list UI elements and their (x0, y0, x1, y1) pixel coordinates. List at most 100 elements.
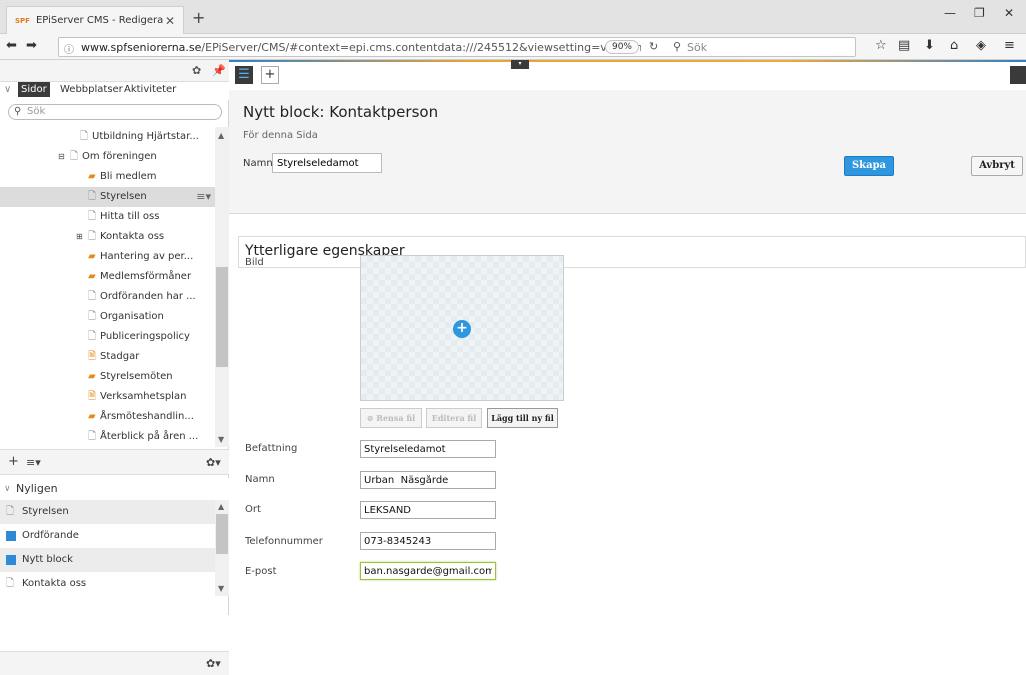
scroll-down-icon[interactable]: ▼ (218, 584, 224, 593)
collapse-chevron-icon[interactable]: ∨ (4, 84, 11, 95)
phone-input[interactable] (360, 532, 496, 550)
tree-item[interactable]: 🗋 Hitta till oss (0, 207, 215, 227)
page-icon: 🗋 (80, 131, 89, 142)
page-tree-toggle-icon[interactable]: ☰ (235, 66, 253, 84)
browser-tab[interactable]: SPF EPiServer CMS - Redigera ✕ (6, 6, 184, 34)
download-icon[interactable]: ⬇ (924, 38, 935, 53)
tree-item[interactable]: 🗋 Återblick på åren ... (0, 427, 215, 447)
add-image-icon[interactable]: + (453, 320, 471, 338)
bookmark-star-icon[interactable]: ☆ (875, 38, 887, 53)
tree-item[interactable]: 🗋 Styrelsen ≡▾ (0, 187, 215, 207)
scroll-up-icon[interactable]: ▲ (218, 131, 224, 140)
scroll-down-icon[interactable]: ▼ (218, 435, 224, 444)
scroll-up-icon[interactable]: ▲ (218, 502, 224, 511)
recent-item[interactable]: 🗋 Styrelsen (0, 500, 215, 524)
address-bar[interactable]: ⓘ www.spfseniorerna.se/EPiServer/CMS/#co… (58, 37, 856, 57)
tree-item[interactable]: 🗎 Verksamhetsplan (0, 387, 215, 407)
expand-toggle-icon[interactable]: ⊟ (58, 147, 65, 167)
reading-list-icon[interactable]: ▤ (898, 38, 910, 53)
tree-item[interactable]: ▰ Årsmöteshandlin... (0, 407, 215, 427)
tree-item[interactable]: 🗋 Utbildning Hjärtstar... (0, 127, 215, 147)
tree-item[interactable]: 🗎 Stadgar (0, 347, 215, 367)
new-tab-button[interactable]: + (192, 8, 205, 27)
tree-item[interactable]: ▰ Medlemsförmåner (0, 267, 215, 287)
recent-item[interactable]: Ordförande (0, 524, 215, 548)
gear-icon[interactable]: ✿ (192, 64, 201, 77)
tree-item[interactable]: 🗋 Ordföranden har ... (0, 287, 215, 307)
tree-item[interactable]: ⊟ 🗋 Om föreningen (0, 147, 215, 167)
tab-favicon: SPF (15, 16, 30, 25)
tree-item[interactable]: 🗋 Organisation (0, 307, 215, 327)
recent-header[interactable]: ∨ Nyligen (0, 478, 229, 500)
cancel-button[interactable]: Avbryt (971, 156, 1023, 176)
tree-item-label: Publiceringspolicy (100, 331, 190, 342)
settings-gear-icon[interactable]: ✿▾ (206, 456, 221, 469)
back-icon[interactable]: ⬅ (6, 38, 17, 53)
left-navigation-pane: ✿ 📌 ∨ Sidor Webbplatser Aktiviteter ⚲ Sö… (0, 60, 229, 675)
tab-webbplatser[interactable]: Webbplatser (60, 84, 123, 95)
tree-item[interactable]: ▰ Bli medlem (0, 167, 215, 187)
recent-scroll-thumb[interactable] (216, 514, 228, 554)
reload-icon[interactable]: ↻ (649, 40, 658, 53)
recent-item[interactable]: Nytt block (0, 548, 215, 572)
page-tree: 🗋 Utbildning Hjärtstar... ⊟ 🗋 Om föreningen ▰… (0, 127, 215, 447)
assets-pane-toggle-icon[interactable] (1010, 66, 1026, 84)
edit-file-button[interactable]: Editera fil (426, 408, 482, 428)
subpage-icon: ▰ (88, 411, 96, 422)
forward-icon[interactable]: ➡ (26, 38, 37, 53)
zoom-level[interactable]: 90% (605, 40, 639, 54)
city-input[interactable] (360, 501, 496, 519)
create-button[interactable]: Skapa (844, 156, 894, 176)
minimize-icon[interactable]: — (944, 6, 956, 20)
add-file-button[interactable]: Lägg till ny fil (487, 408, 558, 428)
tree-item-label: Styrelsemöten (100, 371, 173, 382)
options-menu-icon[interactable]: ≡▾ (26, 456, 41, 469)
page-subtitle: För denna Sida (243, 130, 318, 141)
position-input[interactable] (360, 440, 496, 458)
tree-item[interactable]: 🗋 Publiceringspolicy (0, 327, 215, 347)
page-icon: 🗋 (6, 506, 15, 517)
block-name-input[interactable] (272, 153, 382, 173)
recent-scrollbar[interactable]: ▲ ▼ (215, 500, 229, 596)
tree-scrollbar[interactable]: ▲ ▼ (215, 127, 229, 447)
search-icon: ⚲ (673, 40, 682, 53)
email-input[interactable] (360, 562, 496, 580)
tree-item[interactable]: ▰ Hantering av per... (0, 247, 215, 267)
page-icon: 🗋 (88, 211, 97, 222)
recent-item-label: Ordförande (22, 530, 79, 541)
pin-icon[interactable]: 📌 (212, 64, 226, 77)
context-menu-icon[interactable]: ≡▾ (196, 187, 211, 207)
search-icon: ⚲ (14, 106, 22, 117)
menu-icon[interactable]: ≡ (1004, 38, 1015, 53)
browser-search-placeholder[interactable]: Sök (687, 41, 707, 54)
recent-item[interactable]: 🗋 Kontakta oss (0, 572, 215, 596)
tab-sidor[interactable]: Sidor (18, 82, 50, 97)
person-name-input[interactable] (360, 471, 496, 489)
document-icon: 🗎 (88, 351, 97, 362)
close-icon[interactable]: ✕ (165, 14, 175, 28)
tree-scroll-thumb[interactable] (216, 267, 228, 367)
field-label: Telefonnummer (245, 536, 323, 547)
add-page-button[interactable]: + (8, 454, 19, 469)
page-icon: 🗋 (88, 231, 97, 242)
tree-item-label: Medlemsförmåner (100, 271, 192, 282)
toolbar-dropdown-handle-icon[interactable]: ▾ (511, 60, 529, 69)
clear-file-button[interactable]: ⊘ Rensa fil (360, 408, 422, 428)
image-dropzone[interactable]: + (360, 255, 564, 401)
home-icon[interactable]: ⌂ (950, 38, 958, 53)
tab-aktiviteter[interactable]: Aktiviteter (124, 84, 176, 95)
tree-search-input[interactable]: ⚲ Sök (8, 104, 222, 120)
restore-icon[interactable]: ❐ (974, 6, 985, 20)
settings-gear-icon[interactable]: ✿▾ (206, 657, 221, 670)
expand-toggle-icon[interactable]: ⊞ (76, 227, 83, 247)
field-label: E-post (245, 566, 277, 577)
info-icon[interactable]: ⓘ (64, 41, 74, 56)
tree-item[interactable]: ▰ Styrelsemöten (0, 367, 215, 387)
window-close-icon[interactable]: ✕ (1004, 6, 1014, 20)
pocket-icon[interactable]: ◈ (976, 38, 986, 53)
recent-list: 🗋 Styrelsen Ordförande Nytt block 🗋 Kontakta … (0, 500, 215, 596)
add-content-button[interactable]: + (261, 66, 279, 84)
left-pane-tabs: ∨ Sidor Webbplatser Aktiviteter (0, 82, 229, 100)
tree-item[interactable]: ⊞ 🗋 Kontakta oss (0, 227, 215, 247)
page-icon: 🗋 (88, 291, 97, 302)
